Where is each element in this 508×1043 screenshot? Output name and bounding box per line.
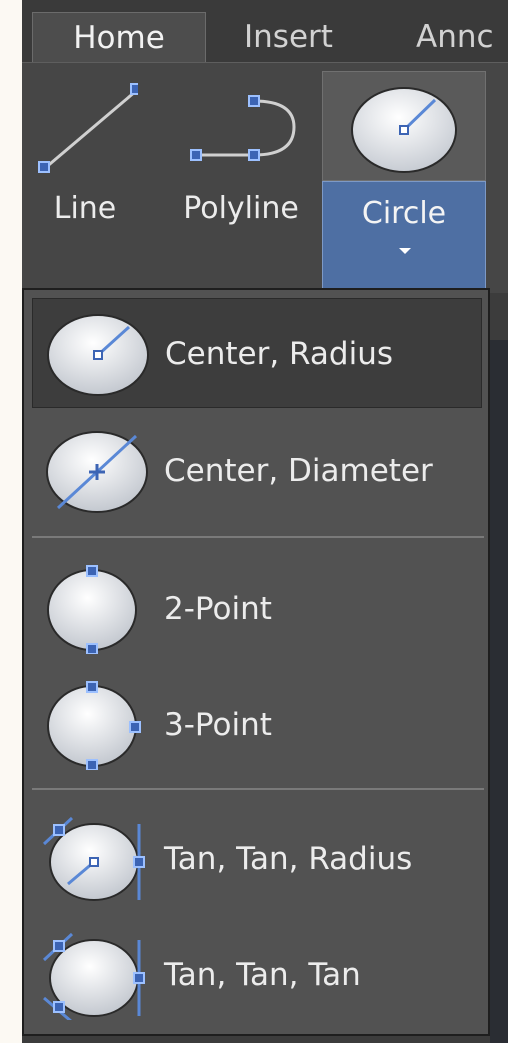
polyline-label: Polyline <box>183 191 299 226</box>
circle-icon <box>351 87 457 173</box>
circle-center-radius-icon <box>47 314 149 396</box>
line-icon <box>38 83 138 173</box>
menu-item-tan-tan-tan[interactable]: Tan, Tan, Tan <box>32 920 482 1030</box>
tab-home-label: Home <box>73 20 165 56</box>
circle-3-point-icon <box>47 681 141 770</box>
ribbon-panel: Line Polyline Circle <box>22 62 508 293</box>
line-button[interactable]: Line <box>32 63 138 283</box>
menu-item-label: 3-Point <box>164 707 272 743</box>
chevron-down-icon <box>399 248 411 254</box>
circle-button[interactable] <box>322 71 486 181</box>
circle-tan-tan-radius-icon <box>42 816 145 901</box>
polyline-icon <box>190 95 296 161</box>
ribbon-tab-strip: Home Insert Annc <box>22 0 508 64</box>
polyline-button[interactable]: Polyline <box>166 63 316 283</box>
tab-insert[interactable]: Insert <box>244 12 333 62</box>
menu-item-tan-tan-radius[interactable]: Tan, Tan, Radius <box>32 804 482 914</box>
drawing-canvas-edge[interactable] <box>490 340 508 1043</box>
circle-split-button[interactable]: Circle <box>322 71 486 289</box>
menu-item-center-radius[interactable]: Center, Radius <box>32 298 482 408</box>
menu-item-label: Tan, Tan, Radius <box>164 841 413 877</box>
menu-item-label: Center, Diameter <box>164 453 433 489</box>
menu-separator <box>32 788 484 790</box>
menu-item-center-diameter[interactable]: Center, Diameter <box>32 416 482 526</box>
menu-item-label: Tan, Tan, Tan <box>164 957 361 993</box>
menu-item-3-point[interactable]: 3-Point <box>32 670 482 780</box>
tab-annotate[interactable]: Annc <box>416 12 494 62</box>
tab-annotate-label: Annc <box>416 19 494 55</box>
tab-insert-label: Insert <box>244 19 333 55</box>
line-label: Line <box>53 191 117 226</box>
circle-center-diameter-icon <box>46 431 148 513</box>
circle-2-point-icon <box>47 565 137 654</box>
autocad-app: Home Insert Annc Line Polyline Circle Ce… <box>22 0 508 1043</box>
circle-dropdown-toggle[interactable]: Circle <box>322 181 486 289</box>
circle-tan-tan-tan-icon <box>42 932 145 1020</box>
menu-separator <box>32 536 484 538</box>
circle-label: Circle <box>361 196 447 231</box>
menu-item-label: 2-Point <box>164 591 272 627</box>
menu-item-label: Center, Radius <box>165 336 393 372</box>
menu-item-2-point[interactable]: 2-Point <box>32 554 482 664</box>
tab-home[interactable]: Home <box>32 12 206 63</box>
circle-dropdown-menu: Center, Radius Center, Diameter 2-Point … <box>22 288 490 1036</box>
